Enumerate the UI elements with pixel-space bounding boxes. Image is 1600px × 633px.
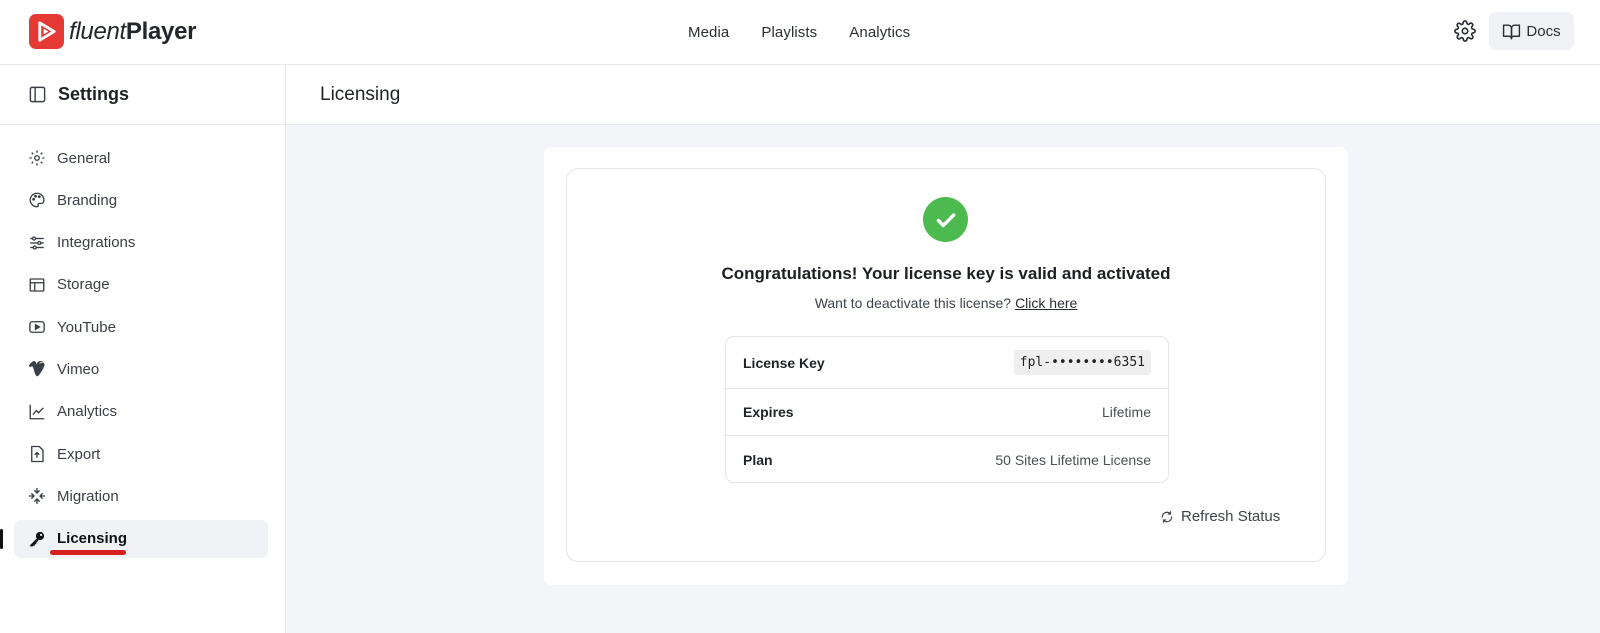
sidebar-item-label: Export xyxy=(57,445,101,463)
sidebar-item-export[interactable]: Export xyxy=(14,435,268,473)
refresh-icon xyxy=(1161,510,1173,523)
docs-button[interactable]: Docs xyxy=(1489,12,1574,50)
highlight-underline xyxy=(50,549,126,555)
sidebar-item-label: Analytics xyxy=(57,403,118,421)
sidebar-item-label: Storage xyxy=(57,276,110,294)
gear-icon xyxy=(28,149,46,167)
expires-label: Expires xyxy=(743,404,794,420)
sidebar-item-youtube[interactable]: YouTube xyxy=(14,308,268,346)
license-key-row: License Key fpl-••••••••6351 xyxy=(726,337,1168,389)
check-circle-icon xyxy=(923,197,968,242)
license-key-value: fpl-••••••••6351 xyxy=(1013,350,1151,375)
page-header: Licensing xyxy=(286,65,1600,125)
nav-media[interactable]: Media xyxy=(688,24,729,41)
sidebar-item-licensing[interactable]: Licensing xyxy=(0,519,268,558)
refresh-status-button[interactable]: Refresh Status xyxy=(1160,508,1280,525)
app-logo[interactable]: fluentPlayer xyxy=(29,14,196,49)
plan-label: Plan xyxy=(743,451,773,468)
chart-line-icon xyxy=(28,403,46,421)
palette-icon xyxy=(28,191,46,209)
deactivate-link[interactable]: Click here xyxy=(1015,295,1077,311)
sidebar-item-label: Migration xyxy=(57,487,119,505)
sidebar-item-storage[interactable]: Storage xyxy=(14,266,268,304)
sidebar-item-label: Licensing xyxy=(57,530,128,548)
license-success-heading: Congratulations! Your license key is val… xyxy=(721,264,1171,283)
play-logo-icon xyxy=(29,14,64,49)
main-nav: Media Playlists Analytics xyxy=(688,0,942,64)
youtube-icon xyxy=(28,318,46,336)
top-navbar: fluentPlayer Media Playlists Analytics D… xyxy=(0,0,1600,65)
active-indicator xyxy=(0,528,3,549)
plan-row: Plan 50 Sites Lifetime License xyxy=(726,436,1168,483)
license-details-table: License Key fpl-••••••••6351 Expires Lif… xyxy=(725,336,1169,483)
sliders-icon xyxy=(28,234,46,252)
migration-icon xyxy=(28,487,46,505)
sidebar-item-vimeo[interactable]: Vimeo xyxy=(14,350,268,388)
key-icon xyxy=(28,530,46,548)
sidebar-item-integrations[interactable]: Integrations xyxy=(14,224,268,262)
sidebar-item-label: General xyxy=(57,149,111,167)
sidebar-item-label: Branding xyxy=(57,191,118,209)
storage-icon xyxy=(28,276,46,294)
sidebar-item-label: Vimeo xyxy=(57,360,100,378)
logo-text-bold: Player xyxy=(125,17,197,45)
deactivate-prompt: Want to deactivate this license? Click he… xyxy=(567,295,1325,311)
nav-playlists[interactable]: Playlists xyxy=(761,24,817,41)
sidebar-title: Settings xyxy=(58,84,130,104)
license-key-label: License Key xyxy=(743,354,825,371)
logo-text-light: fluent xyxy=(69,17,126,45)
docs-label: Docs xyxy=(1526,22,1561,40)
sidebar-item-analytics[interactable]: Analytics xyxy=(14,393,268,431)
expires-row: Expires Lifetime xyxy=(726,389,1168,436)
sidebar-item-label: Integrations xyxy=(57,234,136,252)
expires-value: Lifetime xyxy=(1101,404,1151,420)
gear-icon xyxy=(1454,20,1476,42)
sidebar-item-label: YouTube xyxy=(57,318,116,336)
vimeo-icon xyxy=(28,360,46,378)
settings-menu: General Branding Integrations Storage Yo… xyxy=(0,125,285,558)
book-icon xyxy=(1503,23,1521,39)
page-title: Licensing xyxy=(320,83,401,105)
sidebar-toggle-icon[interactable] xyxy=(28,85,47,104)
settings-button[interactable] xyxy=(1452,18,1478,44)
sidebar-header: Settings xyxy=(0,65,285,125)
refresh-status-label: Refresh Status xyxy=(1181,508,1281,525)
plan-value: 50 Sites Lifetime License xyxy=(995,451,1151,468)
deactivate-prompt-text: Want to deactivate this license? xyxy=(814,295,1012,311)
export-icon xyxy=(28,445,46,463)
nav-analytics[interactable]: Analytics xyxy=(849,24,910,41)
logo-text: fluentPlayer xyxy=(69,18,196,46)
sidebar-item-branding[interactable]: Branding xyxy=(14,181,268,219)
sidebar-item-general[interactable]: General xyxy=(14,139,268,177)
settings-sidebar: Settings General Branding Integrations S… xyxy=(0,65,286,633)
sidebar-item-migration[interactable]: Migration xyxy=(14,477,268,515)
license-panel: Congratulations! Your license key is val… xyxy=(544,147,1348,585)
license-card: Congratulations! Your license key is val… xyxy=(566,168,1326,562)
